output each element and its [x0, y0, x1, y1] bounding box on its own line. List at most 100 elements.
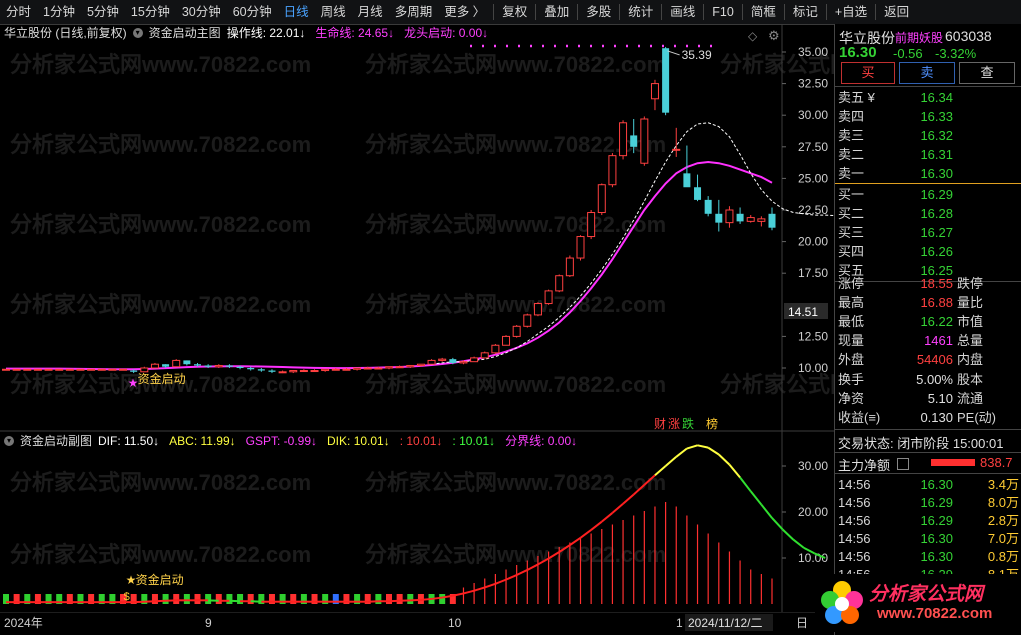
stat-label-2: 股本: [957, 372, 984, 387]
signal-label: 资金启动: [138, 371, 186, 386]
sub-indicator-line: [452, 592, 464, 597]
tick-row: 14:56 16.30 7.0万: [835, 530, 1021, 548]
candle: [597, 183, 606, 216]
sub-indicator-line: [739, 476, 752, 492]
gear-icon[interactable]: ⚙: [768, 28, 780, 43]
candle: [23, 368, 32, 371]
sell-button[interactable]: 卖: [899, 62, 955, 84]
ask-price: 16.34: [920, 90, 953, 105]
period-tab-1[interactable]: 1分钟: [37, 0, 81, 24]
volume-bar: [386, 594, 392, 604]
sub-indicator-line: [601, 512, 614, 523]
period-tab-10[interactable]: 更多 〉: [438, 0, 491, 24]
toolbar-tool-3[interactable]: 统计: [622, 0, 659, 24]
ask-row: 卖五 ¥ 16.34: [835, 88, 1021, 107]
y-tick-label: 12.50: [798, 329, 828, 343]
period-tab-9[interactable]: 多周期: [389, 0, 439, 24]
tick-row: 14:56 16.30 0.8万: [835, 548, 1021, 566]
y-tick-label: 27.50: [798, 140, 828, 154]
sub-param-1: ABC: 11.99↓: [169, 434, 236, 448]
toolbar-tool-1[interactable]: 叠加: [538, 0, 575, 24]
order-book: 卖五 ¥ 16.34 卖四 16.33 卖三 16.32 卖二 16.31 卖一 16.30 买一 1…: [835, 88, 1021, 282]
stat-value: 1461: [924, 333, 953, 348]
ask-row: 卖三 16.32: [835, 126, 1021, 145]
news-badge[interactable]: 榜: [706, 416, 718, 431]
main-chart-canvas[interactable]: 分析家公式网www.70822.com 分析家公式网www.70822.com 分析…: [0, 24, 834, 432]
volume-bar: [215, 594, 222, 604]
bid-label: 买三: [838, 225, 865, 240]
stat-value: 16.88: [920, 295, 953, 310]
sub-indicator-menu-icon[interactable]: ▾: [4, 436, 14, 446]
watermark-text: 分析家公式网www.70822.com: [10, 470, 311, 495]
price-change: -0.56: [893, 46, 923, 61]
bid-label: 买一: [838, 187, 865, 202]
period-tab-5[interactable]: 60分钟: [227, 0, 278, 24]
buy-button[interactable]: 买: [841, 62, 895, 84]
period-tab-4[interactable]: 30分钟: [176, 0, 227, 24]
sub-indicator-name[interactable]: 资金启动副图: [20, 432, 92, 450]
tick-price: 16.30: [920, 531, 953, 546]
high-pointer: [667, 50, 680, 56]
toolbar-separator: [661, 4, 663, 20]
ask-label: 卖三: [838, 128, 865, 143]
main-chart[interactable]: 华立股份 (日线,前复权) ▾ 资金启动主图 操作线: 22.01↓ 生命线: 2…: [0, 24, 834, 432]
sub-indicator-line: [749, 490, 763, 506]
sub-chart-canvas[interactable]: 分析家公式网www.70822.com 分析家公式网www.70822.com 分析…: [0, 432, 834, 612]
y-tick-label: 25.00: [798, 171, 828, 185]
news-badge[interactable]: 跌: [682, 416, 694, 431]
toolbar-tool-7[interactable]: 标记: [787, 0, 824, 24]
last-price: 16.30: [839, 44, 877, 61]
stat-label: 现量: [838, 333, 865, 348]
sub-chart[interactable]: 分析家公式网www.70822.com 分析家公式网www.70822.com 分析…: [0, 432, 834, 612]
ask-label: 卖五 ¥: [838, 90, 875, 105]
query-button[interactable]: 查: [959, 62, 1015, 84]
diamond-icon[interactable]: ◇: [748, 29, 758, 43]
toolbar-tool-4[interactable]: 画线: [664, 0, 701, 24]
news-badge[interactable]: 涨: [668, 416, 680, 431]
period-tab-0[interactable]: 分时: [0, 0, 37, 24]
toolbar-tool-9[interactable]: 返回: [878, 0, 915, 24]
net-inflow-value: 838.7: [980, 455, 1013, 470]
stat-row: 最高 16.88 量比: [835, 293, 1021, 312]
sub-indicator-line: [611, 502, 624, 514]
x-axis-label: 9: [205, 616, 212, 630]
candle: [44, 368, 53, 371]
toolbar-tool-2[interactable]: 多股: [580, 0, 617, 24]
y-tick-label: 30.00: [798, 108, 828, 122]
current-price-tag: 14.51: [788, 305, 818, 319]
candle: [544, 289, 553, 305]
watermark-text: 分析家公式网www.70822.com: [365, 542, 666, 567]
stat-value: 0.130: [920, 410, 953, 425]
logo-url: www.70822.com: [877, 605, 993, 622]
y-tick-label: 35.00: [798, 45, 828, 59]
period-tab-3[interactable]: 15分钟: [125, 0, 176, 24]
candle: [87, 368, 96, 371]
sub-indicator-line: [697, 444, 709, 449]
sub-param-0: DIF: 11.50↓: [98, 434, 160, 448]
stat-row: 净资 5.10 流通: [835, 389, 1021, 408]
sub-param-2: GSPT: -0.99↓: [245, 434, 318, 448]
ask-label: 卖二: [838, 147, 865, 162]
period-tab-8[interactable]: 月线: [352, 0, 389, 24]
toolbar-tool-6[interactable]: 简框: [745, 0, 782, 24]
ask-row: 卖二 16.31: [835, 145, 1021, 164]
news-badge[interactable]: 财: [654, 417, 666, 431]
volume-bar: [247, 594, 254, 604]
period-tab-7[interactable]: 周线: [315, 0, 352, 24]
list-icon[interactable]: [897, 458, 909, 470]
toolbar-tool-8[interactable]: +自选: [829, 0, 873, 24]
candle: [55, 368, 64, 371]
toolbar-separator: [875, 4, 877, 20]
candle: [150, 362, 159, 369]
toolbar-tool-5[interactable]: F10: [706, 0, 740, 24]
sub-indicator-line: [707, 446, 720, 456]
stat-label: 净资: [838, 391, 865, 406]
candle: [587, 210, 596, 240]
volume-bar: [237, 594, 244, 604]
stock-tag: 前期妖股: [895, 31, 944, 45]
sub-indicator-line: [760, 504, 773, 519]
toolbar-tool-0[interactable]: 复权: [496, 0, 533, 24]
period-tab-6[interactable]: 日线: [278, 0, 315, 24]
period-tab-2[interactable]: 5分钟: [81, 0, 125, 24]
tick-volume: 0.8万: [987, 549, 1019, 564]
